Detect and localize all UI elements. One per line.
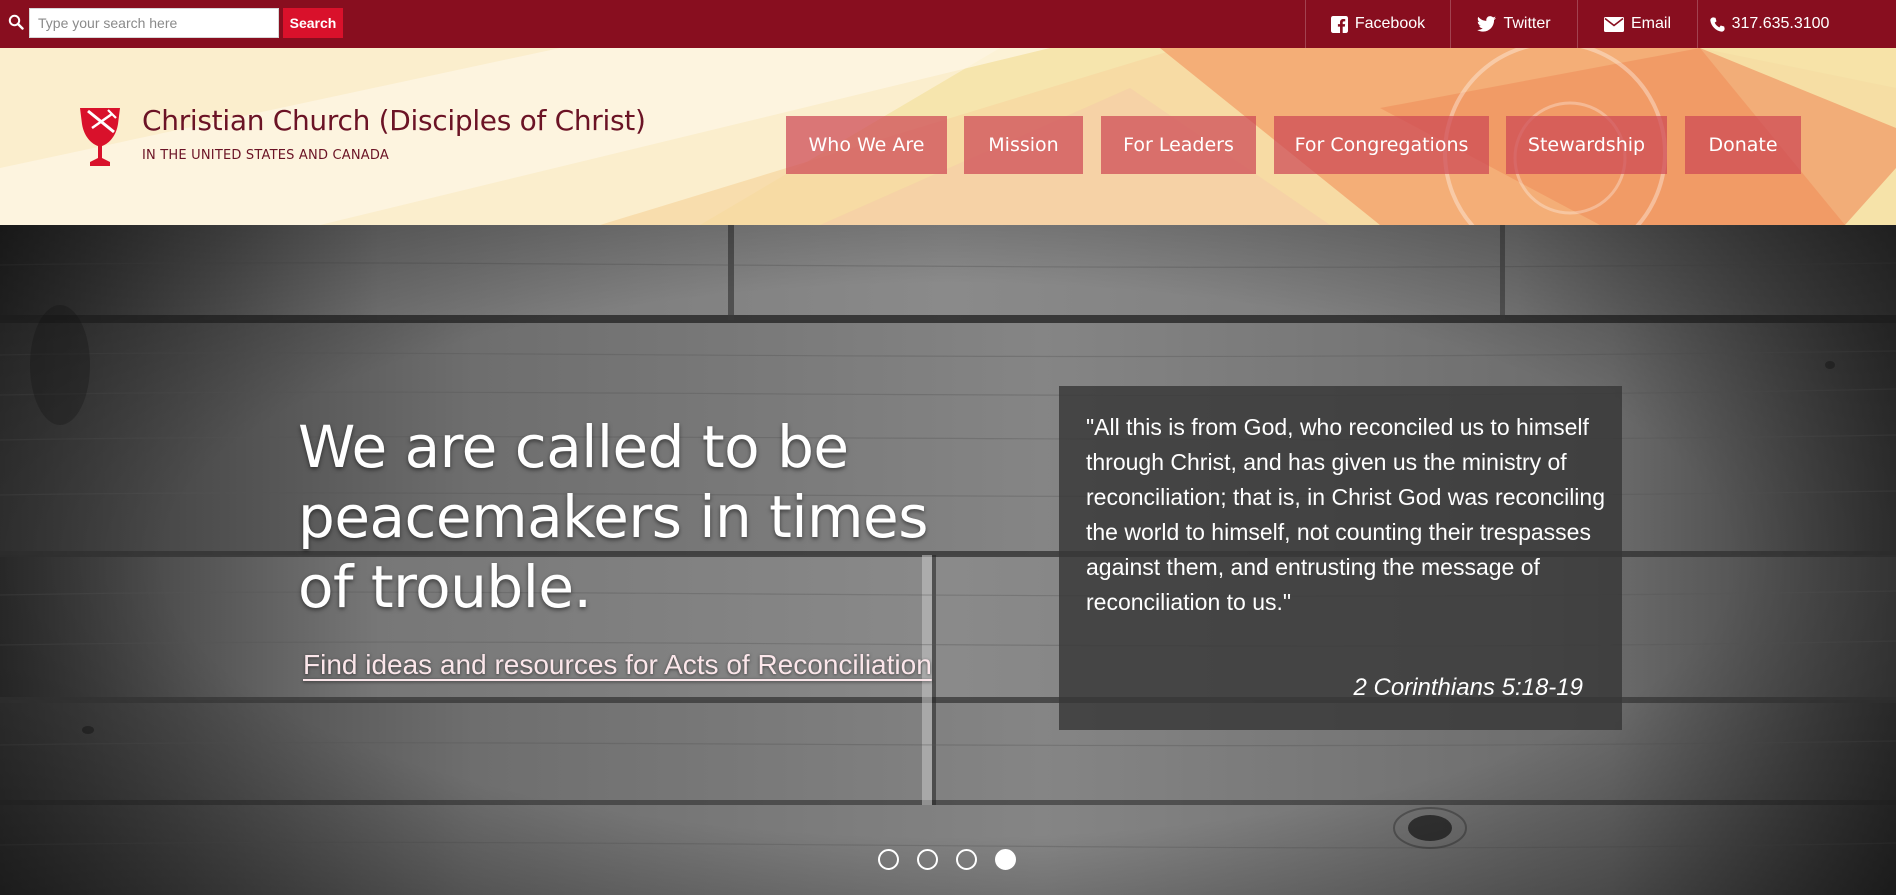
hero-carousel: We are called to be peacemakers in times…: [0, 225, 1896, 895]
phone-link[interactable]: 317.635.3100: [1697, 0, 1841, 48]
phone-label: 317.635.3100: [1731, 15, 1830, 32]
twitter-link[interactable]: Twitter: [1450, 0, 1577, 48]
organization-subtitle: IN THE UNITED STATES AND CANADA: [142, 148, 389, 163]
twitter-label: Twitter: [1503, 15, 1551, 32]
facebook-link[interactable]: Facebook: [1305, 0, 1450, 48]
search-button[interactable]: Search: [283, 8, 343, 38]
scripture-quote-box: "All this is from God, who reconciled us…: [1059, 386, 1622, 730]
reconciliation-resources-link[interactable]: Find ideas and resources for Acts of Rec…: [303, 649, 932, 681]
scripture-citation: 2 Corinthians 5:18-19: [1353, 674, 1583, 701]
carousel-dot-2[interactable]: [917, 849, 938, 870]
nav-mission[interactable]: Mission: [964, 116, 1083, 174]
facebook-icon: [1330, 15, 1348, 33]
email-link[interactable]: Email: [1577, 0, 1697, 48]
top-bar: Search Facebook Twitter Email 317.635.31…: [0, 0, 1896, 48]
hero-heading: We are called to be peacemakers in times…: [298, 413, 928, 621]
nav-for-congregations[interactable]: For Congregations: [1274, 116, 1489, 174]
search-input[interactable]: [29, 8, 279, 38]
carousel-dot-1[interactable]: [878, 849, 899, 870]
envelope-icon: [1603, 16, 1624, 32]
scripture-quote: "All this is from God, who reconciled us…: [1086, 414, 1606, 615]
nav-donate[interactable]: Donate: [1685, 116, 1801, 174]
facebook-label: Facebook: [1354, 15, 1426, 32]
nav-who-we-are[interactable]: Who We Are: [786, 116, 947, 174]
carousel-dot-3[interactable]: [956, 849, 977, 870]
site-header: Christian Church (Disciples of Christ) I…: [0, 48, 1896, 225]
phone-icon: [1709, 16, 1725, 32]
carousel-dot-4[interactable]: [995, 849, 1016, 870]
nav-for-leaders[interactable]: For Leaders: [1101, 116, 1256, 174]
twitter-icon: [1477, 16, 1497, 32]
email-label: Email: [1630, 15, 1671, 32]
search-icon: [8, 14, 24, 30]
chalice-logo-icon: [80, 108, 120, 166]
nav-stewardship[interactable]: Stewardship: [1506, 116, 1667, 174]
organization-name[interactable]: Christian Church (Disciples of Christ): [142, 104, 646, 137]
